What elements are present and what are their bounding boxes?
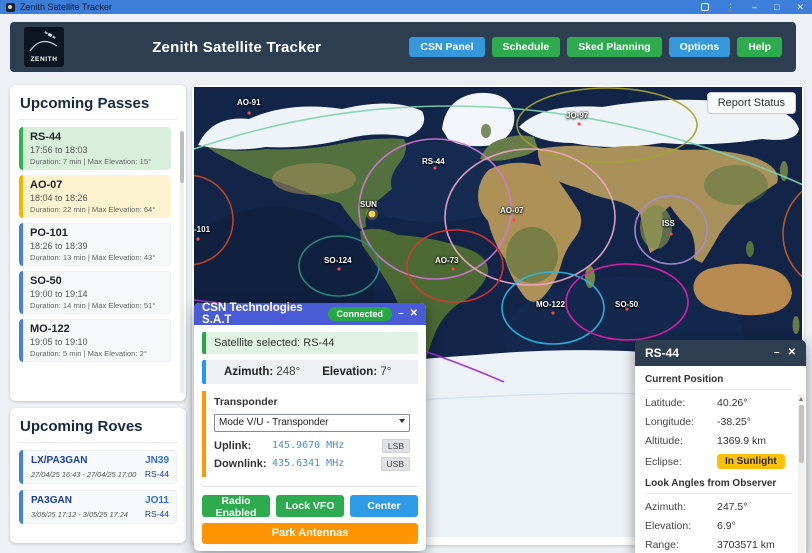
- satellite-panel-header[interactable]: RS-44 – ✕: [635, 340, 806, 366]
- divider: [202, 485, 418, 487]
- map-label-sun: SUN: [360, 200, 377, 209]
- app-window: Zenith Satellite Tracker ⋮ – □ ✕ ZENITH …: [0, 0, 812, 553]
- map-label-rs-44[interactable]: RS-44: [422, 157, 445, 166]
- look-elevation-row: Elevation: 6.9°: [645, 520, 736, 532]
- elevation-value: 7°: [380, 366, 392, 378]
- os-titlebar[interactable]: Zenith Satellite Tracker ⋮ – □ ✕: [0, 0, 812, 14]
- map-label-iss[interactable]: ISS: [662, 219, 675, 228]
- csn-panel-body: Satellite selected: RS-44 Azimuth: 248° …: [194, 325, 426, 551]
- latitude-row: Latitude: 40.26°: [645, 397, 748, 409]
- transponder-label: Transponder: [214, 396, 278, 408]
- window-maximize-icon[interactable]: □: [774, 0, 779, 14]
- window-menu-icon[interactable]: ⋮: [726, 0, 735, 14]
- sun-marker-icon: [366, 208, 378, 220]
- uplink-frequency: 145.9670 MHz: [272, 440, 345, 451]
- satellite-panel-close-icon[interactable]: ✕: [788, 342, 796, 364]
- logo-text: ZENITH: [30, 56, 58, 63]
- look-range-row: Range: 3703571 km: [645, 539, 775, 551]
- eclipse-label: Eclipse:: [645, 455, 682, 468]
- uplink-mode-badge: LSB: [381, 438, 410, 453]
- upcoming-passes-card: Upcoming Passes RS-44 17:56 to 18:03 Dur…: [10, 85, 186, 401]
- park-antennas-button[interactable]: Park Antennas: [202, 522, 418, 544]
- window-title: Zenith Satellite Tracker: [20, 2, 113, 12]
- pass-item-po-101[interactable]: PO-101 18:26 to 18:39 Duration: 13 min |…: [19, 223, 171, 266]
- options-button[interactable]: Options: [668, 37, 731, 57]
- satellite-arc-icon: [29, 31, 58, 52]
- downlink-mode-badge: USB: [380, 456, 410, 471]
- help-button[interactable]: Help: [737, 37, 782, 57]
- satellite-info-panel: RS-44 – ✕ Current Position Latitude: 40.…: [635, 340, 806, 553]
- transponder-select[interactable]: Mode V/U - Transponder: [214, 413, 410, 432]
- longitude-row: Longitude: -38.25°: [645, 416, 751, 428]
- map-label-ao-91[interactable]: AO-91: [237, 98, 261, 107]
- elevation-label: Elevation:: [322, 366, 378, 378]
- chevron-down-icon: [399, 419, 405, 423]
- window-layers-icon[interactable]: [701, 3, 709, 11]
- pass-item-rs-44[interactable]: RS-44 17:56 to 18:03 Duration: 7 min | M…: [19, 127, 171, 170]
- sked-planning-button[interactable]: Sked Planning: [567, 37, 662, 57]
- pass-item-ao-07[interactable]: AO-07 18:04 to 18:26 Duration: 22 min | …: [19, 175, 171, 218]
- pass-item-mo-122[interactable]: MO-122 19:05 to 19:10 Duration: 5 min | …: [19, 319, 171, 362]
- satellite-panel-minimize-icon[interactable]: –: [774, 342, 780, 364]
- satellite-selected-banner: Satellite selected: RS-44: [202, 332, 418, 354]
- map-label-mo-122[interactable]: MO-122: [536, 300, 565, 309]
- schedule-button[interactable]: Schedule: [491, 37, 561, 57]
- pass-item-so-50[interactable]: SO-50 19:00 to 19:14 Duration: 14 min | …: [19, 271, 171, 314]
- csn-panel-title: CSN Technologies S.A.T: [202, 302, 303, 326]
- scroll-up-icon[interactable]: [799, 397, 803, 401]
- report-status-button[interactable]: Report Status: [706, 92, 796, 114]
- map-label-jo-97[interactable]: JO-97: [566, 111, 588, 120]
- satellite-panel-body: Current Position Latitude: 40.26° Longit…: [635, 366, 806, 553]
- eclipse-row: Eclipse: In Sunlight: [645, 454, 792, 469]
- downlink-frequency: 435.6341 MHz: [272, 458, 345, 469]
- upcoming-passes-title: Upcoming Passes: [19, 93, 177, 120]
- passes-scrollbar[interactable]: [180, 131, 184, 393]
- look-azimuth-row: Azimuth: 247.5°: [645, 501, 748, 513]
- azimuth-label: Azimuth:: [224, 366, 274, 378]
- map-label-so-124[interactable]: SO-124: [324, 256, 352, 265]
- downlink-row: Downlink: 435.6341 MHz USB: [214, 456, 410, 471]
- map-label-ao-73[interactable]: AO-73: [435, 256, 459, 265]
- window-close-icon[interactable]: ✕: [796, 0, 804, 14]
- altitude-row: Altitude: 1369.9 km: [645, 435, 767, 447]
- uplink-row: Uplink: 145.9670 MHz LSB: [214, 438, 410, 453]
- lock-vfo-button[interactable]: Lock VFO: [276, 494, 344, 517]
- csn-panel: CSN Technologies S.A.T Connected – ✕ Sat…: [194, 302, 426, 551]
- look-angles-title: Look Angles from Observer: [645, 478, 792, 494]
- upcoming-roves-title: Upcoming Roves: [19, 416, 177, 443]
- azimuth-value: 248°: [276, 366, 301, 378]
- map-label-so-50[interactable]: SO-50: [615, 300, 638, 309]
- center-button[interactable]: Center: [350, 494, 418, 517]
- rove-item[interactable]: LX/PA3GAN JN39 27/04/25 16:43 - 27/04/25…: [19, 450, 177, 484]
- upcoming-roves-card: Upcoming Roves LX/PA3GAN JN39 27/04/25 1…: [10, 408, 186, 543]
- csn-panel-header[interactable]: CSN Technologies S.A.T Connected – ✕: [194, 302, 426, 326]
- map-label-ao-07[interactable]: AO-07: [500, 206, 524, 215]
- satellite-panel-scrollbar[interactable]: [798, 394, 805, 553]
- azimuth-elevation-banner: Azimuth: 248° Elevation: 7°: [202, 360, 418, 384]
- in-sunlight-badge: In Sunlight: [717, 454, 785, 469]
- transponder-section: Transponder Mode V/U - Transponder Uplin…: [202, 391, 418, 477]
- header-buttons: CSN Panel Schedule Sked Planning Options…: [409, 37, 782, 57]
- window-minimize-icon[interactable]: –: [752, 0, 757, 14]
- current-position-title: Current Position: [645, 374, 792, 390]
- csn-panel-button[interactable]: CSN Panel: [409, 37, 485, 57]
- rove-item[interactable]: PA3GAN JO11 3/05/25 17:12 - 3/05/25 17:2…: [19, 490, 177, 524]
- page-title: Zenith Satellite Tracker: [152, 38, 322, 56]
- app-header: ZENITH Zenith Satellite Tracker CSN Pane…: [10, 22, 796, 72]
- connected-badge: Connected: [327, 307, 393, 321]
- map-label-po-101[interactable]: -101: [194, 225, 210, 234]
- radio-enabled-button[interactable]: Radio Enabled: [202, 494, 270, 519]
- app-favicon-icon: [6, 2, 15, 12]
- uplink-label: Uplink:: [214, 439, 252, 452]
- satellite-panel-title: RS-44: [645, 346, 680, 360]
- zenith-logo: ZENITH: [24, 27, 64, 67]
- csn-minimize-icon[interactable]: –: [398, 303, 404, 325]
- csn-close-icon[interactable]: ✕: [410, 303, 418, 325]
- downlink-label: Downlink:: [214, 457, 267, 470]
